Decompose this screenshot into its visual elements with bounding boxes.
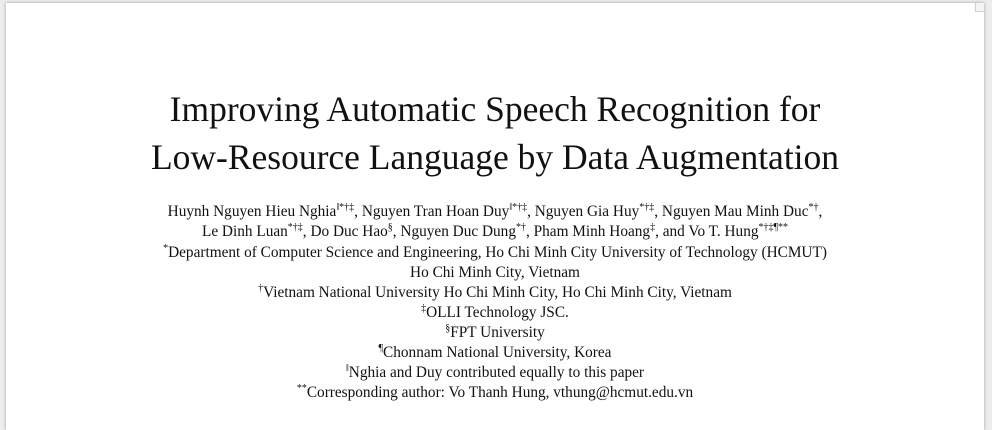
author-marks: *† bbox=[808, 202, 819, 213]
affiliation-vnu: †Vietnam National University Ho Chi Minh… bbox=[6, 283, 984, 301]
author-name: Pham Minh Hoang bbox=[533, 223, 651, 240]
affiliation-mark: ‡ bbox=[421, 303, 427, 314]
author-separator: , bbox=[354, 203, 362, 220]
author-marks: ‡ bbox=[650, 222, 656, 233]
affiliation-mark: * bbox=[163, 243, 169, 254]
author-marks: *†‡¶** bbox=[758, 222, 789, 233]
author-name: Le Dinh Luan bbox=[201, 223, 288, 240]
author-name: Vo T. Hung bbox=[688, 223, 759, 240]
author-name: Huynh Nguyen Hieu Nghia bbox=[167, 203, 337, 220]
author-name: Nguyen Gia Huy bbox=[534, 203, 640, 220]
author-name: Nguyen Mau Minh Duc bbox=[661, 203, 809, 220]
author-name: Do Duc Hao bbox=[310, 223, 388, 240]
paper-page: Improving Automatic Speech Recognition f… bbox=[6, 3, 984, 430]
affiliation-mark: † bbox=[258, 283, 264, 294]
affiliation-mark: § bbox=[445, 323, 451, 334]
author-marks: ‖*†‡ bbox=[336, 202, 355, 213]
corresponding-author-note: **Corresponding author: Vo Thanh Hung, v… bbox=[6, 383, 984, 401]
title-line-2: Low-Resource Language by Data Augmentati… bbox=[150, 137, 840, 177]
author-marks: ‖*†‡ bbox=[509, 202, 528, 213]
affiliation-mark: ¶ bbox=[378, 343, 384, 354]
author-name: Nguyen Duc Dung bbox=[400, 223, 516, 240]
affiliation-olli: ‡OLLI Technology JSC. bbox=[6, 303, 984, 321]
author-line-2: Le Dinh Luan*†‡, Do Duc Hao§, Nguyen Duc… bbox=[6, 222, 984, 240]
affiliation-text: Ho Chi Minh City, Vietnam bbox=[410, 264, 580, 281]
affiliation-hcmut-city: Ho Chi Minh City, Vietnam bbox=[6, 265, 984, 280]
affiliation-hcmut: *Department of Computer Science and Engi… bbox=[6, 243, 984, 261]
affiliation-text: Vietnam National University Ho Chi Minh … bbox=[263, 284, 732, 301]
affiliation-fpt: §FPT University bbox=[6, 323, 984, 341]
affiliation-text: FPT University bbox=[450, 324, 545, 341]
author-name: Nguyen Tran Hoan Duy bbox=[361, 203, 510, 220]
author-marks: § bbox=[387, 222, 393, 233]
author-marks: *†‡ bbox=[287, 222, 303, 233]
affiliation-text: OLLI Technology JSC. bbox=[426, 304, 569, 321]
author-marks: *† bbox=[515, 222, 526, 233]
affiliation-text: Nghia and Duy contributed equally to thi… bbox=[348, 364, 645, 381]
author-marks: *†‡ bbox=[639, 202, 655, 213]
author-separator: , bbox=[527, 203, 535, 220]
affiliation-mark: ** bbox=[296, 383, 307, 394]
equal-contribution-note: ‖Nghia and Duy contributed equally to th… bbox=[6, 363, 984, 381]
title-line-1: Improving Automatic Speech Recognition f… bbox=[169, 89, 821, 129]
author-line-1: Huynh Nguyen Hieu Nghia‖*†‡, Nguyen Tran… bbox=[6, 202, 984, 220]
affiliation-chonnam: ¶Chonnam National University, Korea bbox=[6, 343, 984, 361]
author-separator: , bbox=[654, 203, 662, 220]
page-corner bbox=[975, 3, 984, 12]
author-separator: , bbox=[525, 223, 534, 240]
affiliation-text: Corresponding author: Vo Thanh Hung, vth… bbox=[306, 384, 694, 401]
affiliation-mark: ‖ bbox=[345, 363, 349, 374]
author-separator: , and bbox=[655, 223, 689, 240]
affiliation-text: Department of Computer Science and Engin… bbox=[168, 244, 827, 261]
affiliation-text: Chonnam National University, Korea bbox=[383, 344, 612, 361]
author-separator: , bbox=[818, 203, 823, 220]
